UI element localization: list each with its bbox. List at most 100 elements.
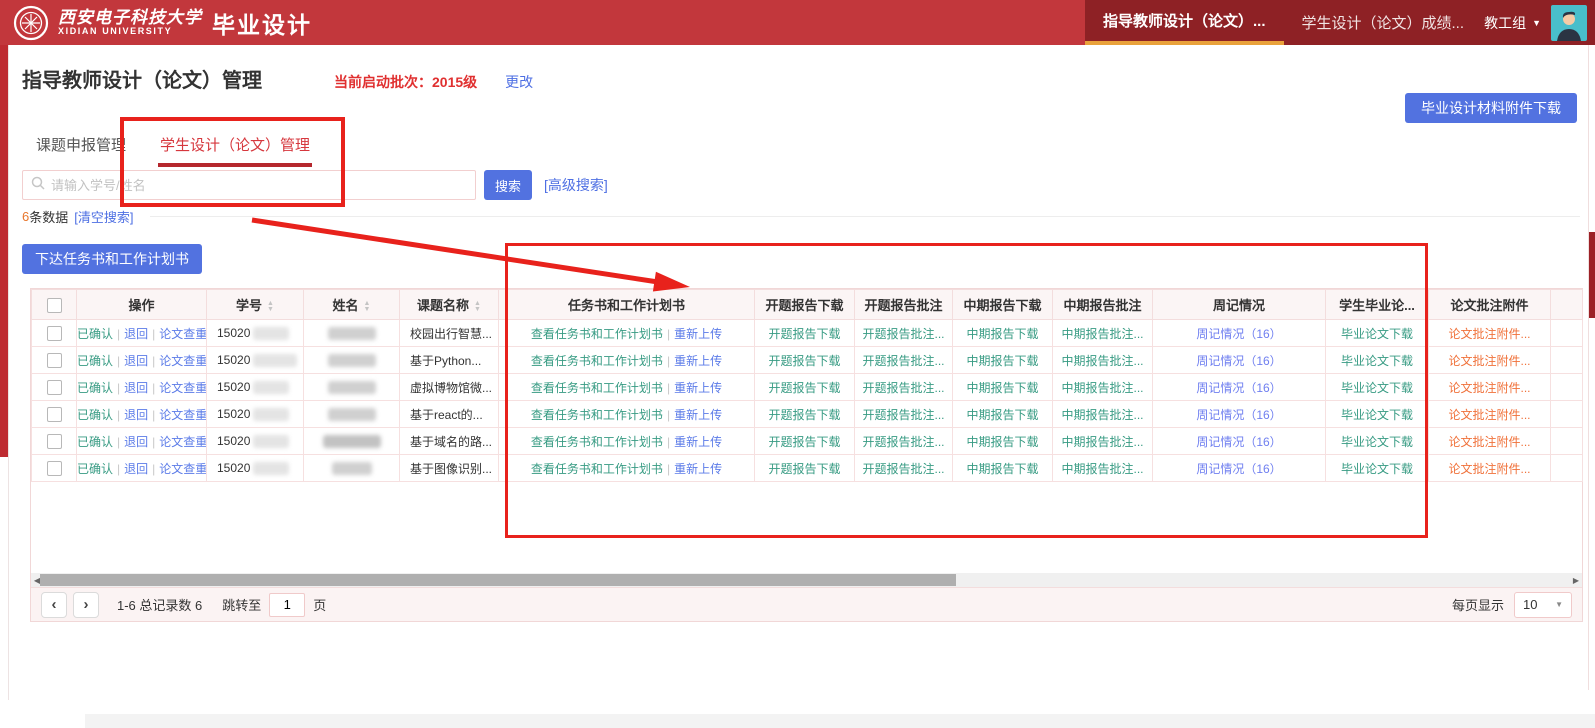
row-checkbox[interactable] [47, 380, 62, 395]
row-checkbox[interactable] [47, 434, 62, 449]
plagiarism-check-link[interactable]: 论文查重 [159, 381, 206, 395]
row-checkbox[interactable] [47, 326, 62, 341]
advanced-search-link[interactable]: [高级搜索] [544, 175, 608, 195]
plagiarism-check-link[interactable]: 论文查重 [159, 354, 206, 368]
opening-report-annotation-link[interactable]: 开题报告批注... [862, 462, 944, 476]
confirm-link[interactable]: 已确认 [77, 462, 113, 476]
horizontal-scrollbar[interactable]: ◀ ▶ [31, 573, 1582, 587]
mid-report-annotation-link[interactable]: 中期报告批注... [1061, 381, 1143, 395]
mid-report-download-link[interactable]: 中期报告下载 [966, 381, 1038, 395]
tab-topic-application[interactable]: 课题申报管理 [36, 134, 126, 167]
mid-report-download-link[interactable]: 中期报告下载 [966, 462, 1038, 476]
view-task-book-link[interactable]: 查看任务书和工作计划书 [531, 408, 663, 422]
opening-report-annotation-link[interactable]: 开题报告批注... [862, 381, 944, 395]
opening-report-annotation-link[interactable]: 开题报告批注... [862, 408, 944, 422]
confirm-link[interactable]: 已确认 [77, 408, 113, 422]
nav-tab-student-grades[interactable]: 学生设计（论文）成绩... [1284, 0, 1483, 45]
sort-arrows-icon[interactable]: ▲▼ [267, 301, 274, 313]
reupload-link[interactable]: 重新上传 [674, 381, 722, 395]
right-scrollbar-thumb[interactable] [1589, 232, 1595, 318]
column-header[interactable]: 课题名称▲▼ [400, 290, 499, 320]
mid-report-annotation-link[interactable]: 中期报告批注... [1061, 327, 1143, 341]
materials-download-button[interactable]: 毕业设计材料附件下载 [1405, 93, 1577, 123]
return-link[interactable]: 退回 [124, 462, 148, 476]
view-task-book-link[interactable]: 查看任务书和工作计划书 [531, 381, 663, 395]
search-button[interactable]: 搜索 [484, 170, 532, 200]
reupload-link[interactable]: 重新上传 [674, 462, 722, 476]
annotation-attachment-link[interactable]: 论文批注附件... [1448, 408, 1530, 422]
thesis-download-link[interactable]: 毕业论文下载 [1341, 327, 1413, 341]
thesis-download-link[interactable]: 毕业论文下载 [1341, 462, 1413, 476]
annotation-attachment-link[interactable]: 论文批注附件... [1448, 327, 1530, 341]
mid-report-annotation-link[interactable]: 中期报告批注... [1061, 408, 1143, 422]
reupload-link[interactable]: 重新上传 [674, 327, 722, 341]
per-page-select[interactable]: 10 ▼ [1514, 592, 1572, 618]
user-group-label[interactable]: 教工组 [1484, 13, 1526, 33]
view-task-book-link[interactable]: 查看任务书和工作计划书 [531, 327, 663, 341]
annotation-attachment-link[interactable]: 论文批注附件... [1448, 381, 1530, 395]
reupload-link[interactable]: 重新上传 [674, 408, 722, 422]
weekly-journal-link[interactable]: 周记情况（16） [1196, 327, 1281, 341]
search-input[interactable] [51, 178, 467, 193]
confirm-link[interactable]: 已确认 [77, 327, 113, 341]
mid-report-download-link[interactable]: 中期报告下载 [966, 408, 1038, 422]
issue-task-book-button[interactable]: 下达任务书和工作计划书 [22, 244, 202, 274]
thesis-download-link[interactable]: 毕业论文下载 [1341, 381, 1413, 395]
opening-report-download-link[interactable]: 开题报告下载 [768, 408, 840, 422]
weekly-journal-link[interactable]: 周记情况（16） [1196, 435, 1281, 449]
return-link[interactable]: 退回 [124, 354, 148, 368]
change-batch-link[interactable]: 更改 [505, 72, 533, 92]
mid-report-annotation-link[interactable]: 中期报告批注... [1061, 354, 1143, 368]
sort-arrows-icon[interactable]: ▲▼ [474, 301, 481, 313]
weekly-journal-link[interactable]: 周记情况（16） [1196, 408, 1281, 422]
return-link[interactable]: 退回 [124, 327, 148, 341]
scroll-right-arrow-icon[interactable]: ▶ [1570, 573, 1582, 587]
plagiarism-check-link[interactable]: 论文查重 [159, 462, 206, 476]
mid-report-annotation-link[interactable]: 中期报告批注... [1061, 435, 1143, 449]
view-task-book-link[interactable]: 查看任务书和工作计划书 [531, 462, 663, 476]
prev-page-button[interactable]: ‹ [41, 592, 67, 618]
avatar[interactable] [1551, 5, 1587, 41]
reupload-link[interactable]: 重新上传 [674, 354, 722, 368]
row-checkbox[interactable] [47, 353, 62, 368]
next-page-button[interactable]: › [73, 592, 99, 618]
row-checkbox[interactable] [47, 407, 62, 422]
annotation-attachment-link[interactable]: 论文批注附件... [1448, 354, 1530, 368]
view-task-book-link[interactable]: 查看任务书和工作计划书 [531, 354, 663, 368]
clear-search-link[interactable]: [清空搜索] [74, 207, 133, 226]
opening-report-download-link[interactable]: 开题报告下载 [768, 354, 840, 368]
thesis-download-link[interactable]: 毕业论文下载 [1341, 408, 1413, 422]
select-all-checkbox[interactable] [47, 298, 62, 313]
weekly-journal-link[interactable]: 周记情况（16） [1196, 381, 1281, 395]
column-header[interactable]: 姓名▲▼ [304, 290, 400, 320]
thesis-download-link[interactable]: 毕业论文下载 [1341, 435, 1413, 449]
weekly-journal-link[interactable]: 周记情况（16） [1196, 462, 1281, 476]
thesis-download-link[interactable]: 毕业论文下载 [1341, 354, 1413, 368]
column-header[interactable]: 学号▲▼ [207, 290, 304, 320]
weekly-journal-link[interactable]: 周记情况（16） [1196, 354, 1281, 368]
mid-report-download-link[interactable]: 中期报告下载 [966, 327, 1038, 341]
return-link[interactable]: 退回 [124, 408, 148, 422]
opening-report-download-link[interactable]: 开题报告下载 [768, 327, 840, 341]
reupload-link[interactable]: 重新上传 [674, 435, 722, 449]
opening-report-annotation-link[interactable]: 开题报告批注... [862, 435, 944, 449]
chevron-down-icon[interactable]: ▼ [1532, 18, 1541, 28]
return-link[interactable]: 退回 [124, 381, 148, 395]
opening-report-download-link[interactable]: 开题报告下载 [768, 435, 840, 449]
annotation-attachment-link[interactable]: 论文批注附件... [1448, 435, 1530, 449]
confirm-link[interactable]: 已确认 [77, 381, 113, 395]
return-link[interactable]: 退回 [124, 435, 148, 449]
annotation-attachment-link[interactable]: 论文批注附件... [1448, 462, 1530, 476]
opening-report-download-link[interactable]: 开题报告下载 [768, 381, 840, 395]
sort-arrows-icon[interactable]: ▲▼ [364, 301, 371, 313]
view-task-book-link[interactable]: 查看任务书和工作计划书 [531, 435, 663, 449]
opening-report-annotation-link[interactable]: 开题报告批注... [862, 327, 944, 341]
confirm-link[interactable]: 已确认 [77, 354, 113, 368]
mid-report-download-link[interactable]: 中期报告下载 [966, 354, 1038, 368]
plagiarism-check-link[interactable]: 论文查重 [159, 408, 206, 422]
confirm-link[interactable]: 已确认 [77, 435, 113, 449]
opening-report-download-link[interactable]: 开题报告下载 [768, 462, 840, 476]
plagiarism-check-link[interactable]: 论文查重 [159, 327, 206, 341]
plagiarism-check-link[interactable]: 论文查重 [159, 435, 206, 449]
row-checkbox[interactable] [47, 461, 62, 476]
